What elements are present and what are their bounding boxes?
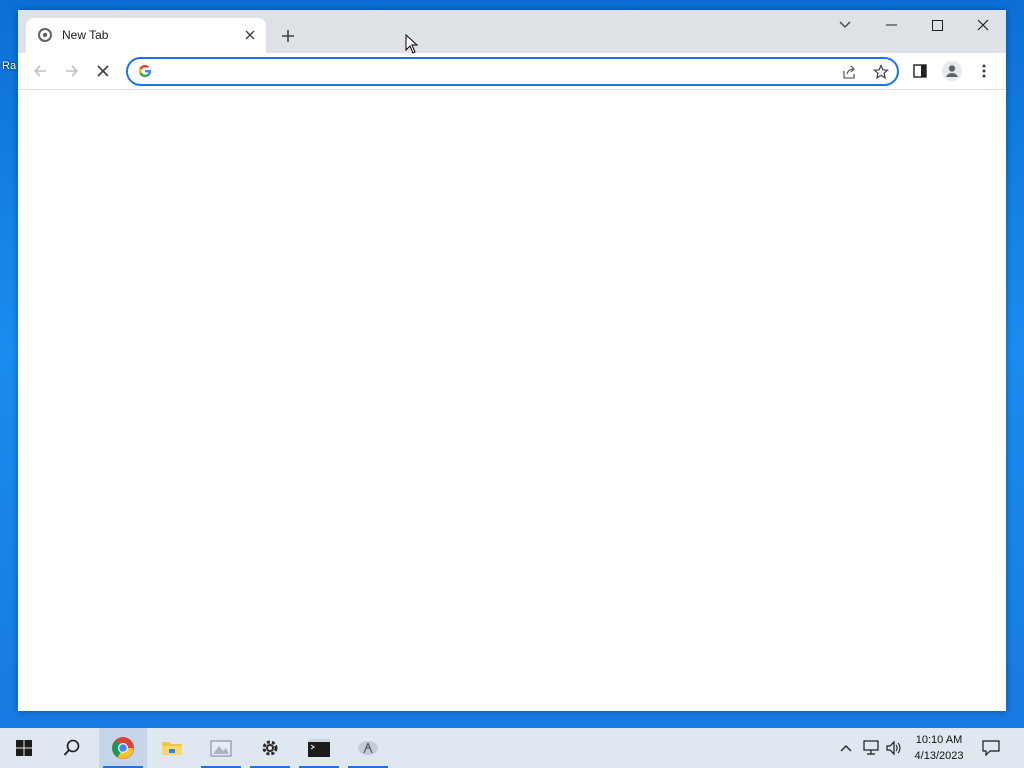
menu-kebab-icon[interactable] xyxy=(970,57,998,85)
stop-loading-button[interactable] xyxy=(89,57,117,85)
bookmark-star-icon[interactable] xyxy=(870,61,892,83)
lambda-app-icon[interactable] xyxy=(344,728,392,768)
network-icon[interactable] xyxy=(861,738,881,758)
profile-avatar-icon[interactable] xyxy=(938,57,966,85)
volume-icon[interactable] xyxy=(884,738,904,758)
search-icon[interactable] xyxy=(48,728,96,768)
back-button[interactable] xyxy=(26,57,54,85)
new-tab-button[interactable] xyxy=(276,25,300,47)
chrome-favicon-icon xyxy=(38,28,52,42)
minimize-button[interactable] xyxy=(868,10,914,40)
address-bar[interactable] xyxy=(126,57,899,86)
show-hidden-icons-chevron-icon[interactable] xyxy=(836,738,856,758)
google-icon xyxy=(138,64,154,80)
tab-title: New Tab xyxy=(62,28,109,42)
address-input[interactable] xyxy=(158,62,822,82)
taskbar: 10:10 AM 4/13/2023 xyxy=(0,728,1024,768)
browser-window: New Tab xyxy=(18,10,1006,711)
browser-toolbar xyxy=(18,53,1006,90)
share-icon[interactable] xyxy=(838,61,860,83)
notifications-icon[interactable] xyxy=(981,738,1001,758)
forward-button[interactable] xyxy=(58,57,86,85)
close-window-button[interactable] xyxy=(960,10,1006,40)
desktop-icon-label[interactable]: Ra xyxy=(2,60,16,72)
photos-icon[interactable] xyxy=(197,728,245,768)
terminal-icon[interactable] xyxy=(295,728,343,768)
side-panel-icon[interactable] xyxy=(906,57,934,85)
tab-search-chevron-icon[interactable] xyxy=(822,10,868,40)
tab-strip: New Tab xyxy=(18,10,1006,53)
close-tab-icon[interactable] xyxy=(242,27,258,43)
chrome-icon[interactable] xyxy=(99,728,147,768)
start-button[interactable] xyxy=(0,728,48,768)
settings-icon[interactable] xyxy=(246,728,294,768)
page-content[interactable] xyxy=(18,90,1006,711)
mouse-cursor-icon xyxy=(405,33,419,54)
maximize-button[interactable] xyxy=(914,10,960,40)
clock-date: 4/13/2023 xyxy=(914,750,964,762)
tab-new-tab[interactable]: New Tab xyxy=(26,18,266,53)
system-clock[interactable]: 10:10 AM 4/13/2023 xyxy=(906,732,972,764)
clock-time: 10:10 AM xyxy=(915,734,963,746)
file-explorer-icon[interactable] xyxy=(148,728,196,768)
